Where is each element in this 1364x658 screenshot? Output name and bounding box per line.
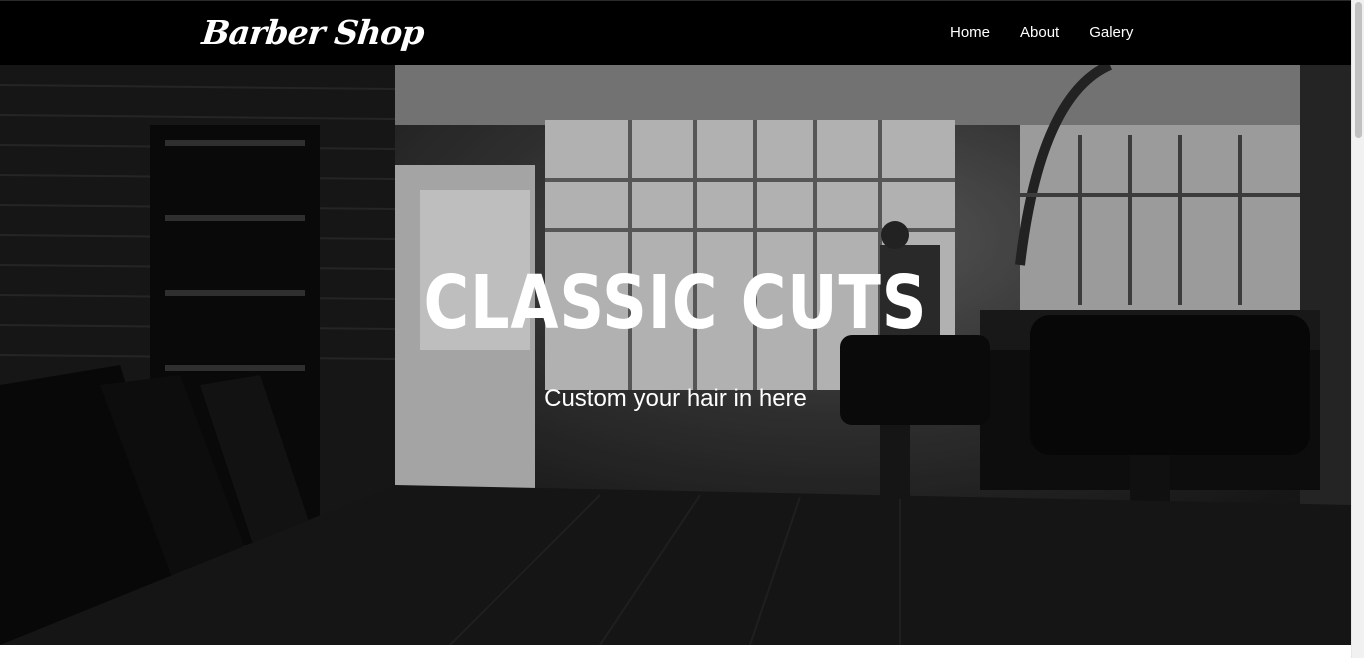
hero-title: CLASSIC CUTS bbox=[423, 260, 928, 346]
page-below-hero bbox=[0, 645, 1351, 658]
brand-logo[interactable]: Barber Shop bbox=[200, 11, 426, 55]
nav-link-about[interactable]: About bbox=[1008, 1, 1071, 65]
main-nav: Home About Galery bbox=[938, 1, 1145, 65]
hero-dark-overlay bbox=[0, 65, 1351, 645]
scrollbar-thumb[interactable] bbox=[1355, 2, 1362, 138]
nav-link-home[interactable]: Home bbox=[938, 1, 1002, 65]
hero-subtitle: Custom your hair in here bbox=[544, 385, 807, 412]
vertical-scrollbar[interactable] bbox=[1351, 0, 1364, 658]
page: Barber Shop Home About Galery CLASSIC CU… bbox=[0, 0, 1351, 658]
top-navbar: Barber Shop Home About Galery bbox=[0, 0, 1351, 65]
hero-section: CLASSIC CUTS Custom your hair in here bbox=[0, 65, 1351, 645]
nav-link-galery[interactable]: Galery bbox=[1077, 1, 1145, 65]
